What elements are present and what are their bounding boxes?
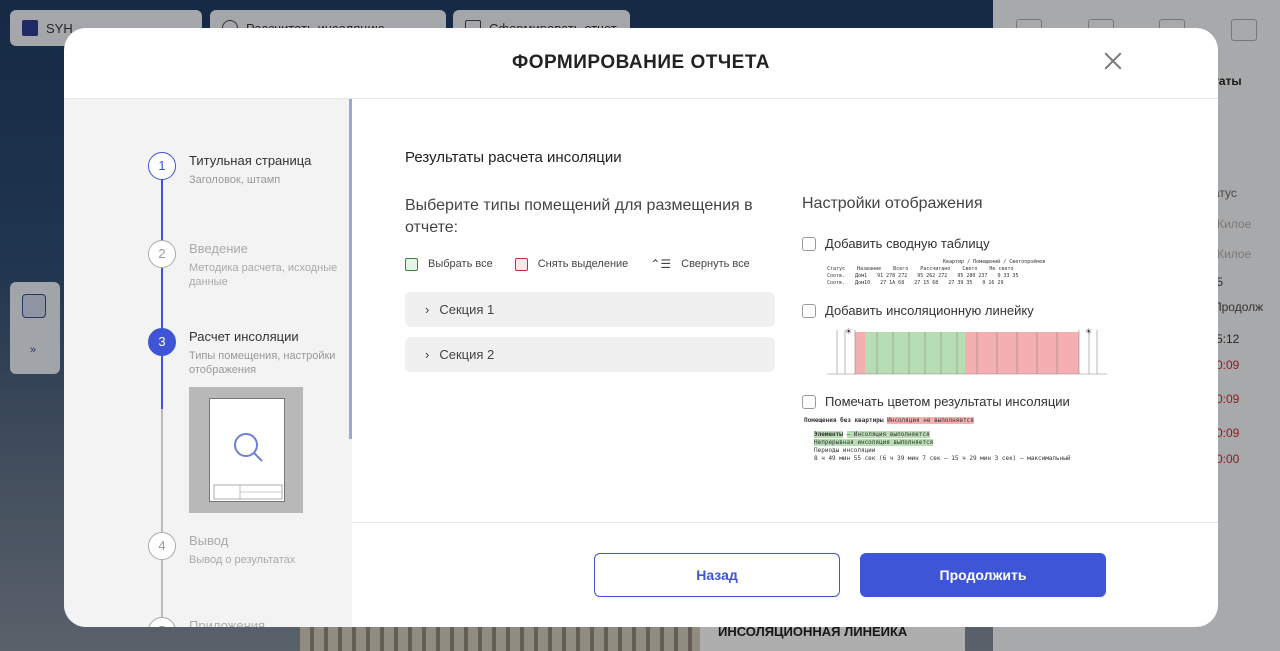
insolation-ruler-graphic: ☀ ☀ <box>827 327 1107 375</box>
step-subtitle: Типы помещения, настройки отображения <box>189 350 336 376</box>
col: Рассчитано <box>920 266 951 272</box>
option-label: Помечать цветом результаты инсоляции <box>825 394 1070 409</box>
display-settings-heading: Настройки отображения <box>802 195 983 212</box>
cell: 95 262 272 <box>917 273 948 279</box>
step-content: Результаты расчета инсоляции Выберите ти… <box>352 99 1218 551</box>
preview-tag: – Инсоляция выполняется <box>846 431 930 438</box>
preview-row: Соотв. Дом10 27 1А 68 27 15 68 27 39 35 … <box>827 280 1117 287</box>
section-accordion[interactable]: › Секция 1 <box>405 292 775 327</box>
col: Всего <box>893 266 909 272</box>
col: Свето <box>962 266 978 272</box>
continue-button[interactable]: Продолжить <box>860 553 1106 597</box>
collapse-label: Свернуть все <box>681 258 750 270</box>
cell: 91 278 272 <box>877 273 908 279</box>
preview-row: Соотв. Дом1 91 278 272 95 262 272 95 280… <box>827 273 1117 280</box>
step-title: Титульная страница <box>189 153 312 168</box>
option-label: Добавить инсоляционную линейку <box>825 303 1034 318</box>
collapse-icon: ⌃☰ <box>650 257 672 271</box>
preview-text: Непрерывная инсоляция выполняется <box>814 439 934 446</box>
preview-tag: Инсоляция не выполняется <box>887 417 974 424</box>
section-heading: Результаты расчета инсоляции <box>405 149 622 166</box>
deselect-label: Снять выделение <box>537 258 629 270</box>
step-subtitle: Методика расчета, исходные данные <box>189 262 338 288</box>
check-icon <box>405 257 418 271</box>
cell: Соотв. <box>827 280 846 286</box>
step-title: Вывод <box>189 533 229 548</box>
preview-header: Квартир / Помещений / Светопроёмов <box>943 259 1046 265</box>
summary-table-preview: Квартир / Помещений / Светопроёмов Стату… <box>827 259 1117 287</box>
section-accordion[interactable]: › Секция 2 <box>405 337 775 372</box>
option-label: Добавить сводную таблицу <box>825 236 990 251</box>
col: Не свето <box>989 266 1014 272</box>
cell: 27 15 68 <box>914 280 939 286</box>
section-label: Секция 1 <box>439 302 495 317</box>
svg-text:☀: ☀ <box>1085 327 1092 336</box>
cell: Дом10 <box>855 280 871 286</box>
checkbox[interactable] <box>802 303 816 318</box>
magnifier-icon <box>213 433 283 500</box>
chevron-right-icon: › <box>425 302 430 317</box>
option-insolation-ruler[interactable]: Добавить инсоляционную линейку <box>802 303 1034 318</box>
back-button[interactable]: Назад <box>594 553 840 597</box>
preview-line: Элементы – Инсоляция выполняется <box>804 431 1104 439</box>
collapse-all-button[interactable]: ⌃☰ Свернуть все <box>650 257 749 271</box>
section-label: Секция 2 <box>439 347 495 362</box>
progress-line <box>161 159 163 409</box>
step-subtitle: Заголовок, штамп <box>189 174 281 186</box>
cell: Дом1 <box>855 273 868 279</box>
thumbnail-page <box>209 398 285 502</box>
step-title: Расчет инсоляции <box>189 329 299 344</box>
color-results-preview: Помещения без квартиры Инсоляция не выпо… <box>804 417 1104 463</box>
select-all-label: Выбрать все <box>428 258 493 270</box>
step-number: 3 <box>148 328 176 356</box>
step-number: 5 <box>148 617 176 627</box>
ruler-preview: ☀ ☀ <box>827 326 1107 383</box>
preview-line: Помещения без квартиры Инсоляция не выпо… <box>804 417 1104 425</box>
preview-text: Элементы <box>814 431 843 438</box>
deselect-button[interactable]: Снять выделение <box>514 257 629 271</box>
preview-cols: Статус Название Всего Рассчитано Свето Н… <box>827 266 1117 273</box>
col: Название <box>857 266 882 272</box>
progress-line-pending <box>161 409 163 627</box>
step-number: 2 <box>148 240 176 268</box>
preview-line: Периоды инсоляции <box>814 447 876 454</box>
report-modal: ФОРМИРОВАНИЕ ОТЧЕТА 1 Титульная страница… <box>64 28 1218 627</box>
preview-text: Помещения без квартиры <box>804 417 884 424</box>
steps-sidebar: 1 Титульная страница Заголовок, штамп 2 … <box>64 99 352 627</box>
preview-line: Непрерывная инсоляция выполняется <box>804 439 1104 447</box>
col: Статус <box>827 266 846 272</box>
checkbox[interactable] <box>802 236 816 251</box>
step-number: 1 <box>148 152 176 180</box>
checkbox[interactable] <box>802 394 816 409</box>
cell: 95 280 237 <box>957 273 988 279</box>
preview-line: 8 ч 49 мин 55 сек (6 ч 39 мин 7 сек – 15… <box>814 455 1071 462</box>
select-all-button[interactable]: Выбрать все <box>405 257 493 271</box>
svg-text:☀: ☀ <box>845 327 852 336</box>
step-subtitle: Вывод о результатах <box>189 554 296 566</box>
step-title: Приложения <box>189 618 266 627</box>
uncheck-icon <box>514 257 528 271</box>
close-icon[interactable] <box>1100 48 1126 74</box>
option-color-results[interactable]: Помечать цветом результаты инсоляции <box>802 394 1070 409</box>
footer-divider <box>352 522 1218 523</box>
option-summary-table[interactable]: Добавить сводную таблицу <box>802 236 990 251</box>
cell: 27 1А 68 <box>880 280 905 286</box>
step-title: Введение <box>189 241 248 256</box>
cell: 27 39 35 <box>948 280 973 286</box>
cell: 0 33 35 <box>997 273 1019 279</box>
types-heading: Выберите типы помещений для размещения в… <box>405 197 753 236</box>
step-number: 4 <box>148 532 176 560</box>
cell: Соотв. <box>827 273 846 279</box>
page-thumbnail[interactable] <box>189 387 303 513</box>
modal-title: ФОРМИРОВАНИЕ ОТЧЕТА <box>512 52 770 73</box>
chevron-right-icon: › <box>425 347 430 362</box>
cell: 0 16 29 <box>982 280 1004 286</box>
selection-actions: Выбрать все Снять выделение ⌃☰ Свернуть … <box>405 257 750 271</box>
